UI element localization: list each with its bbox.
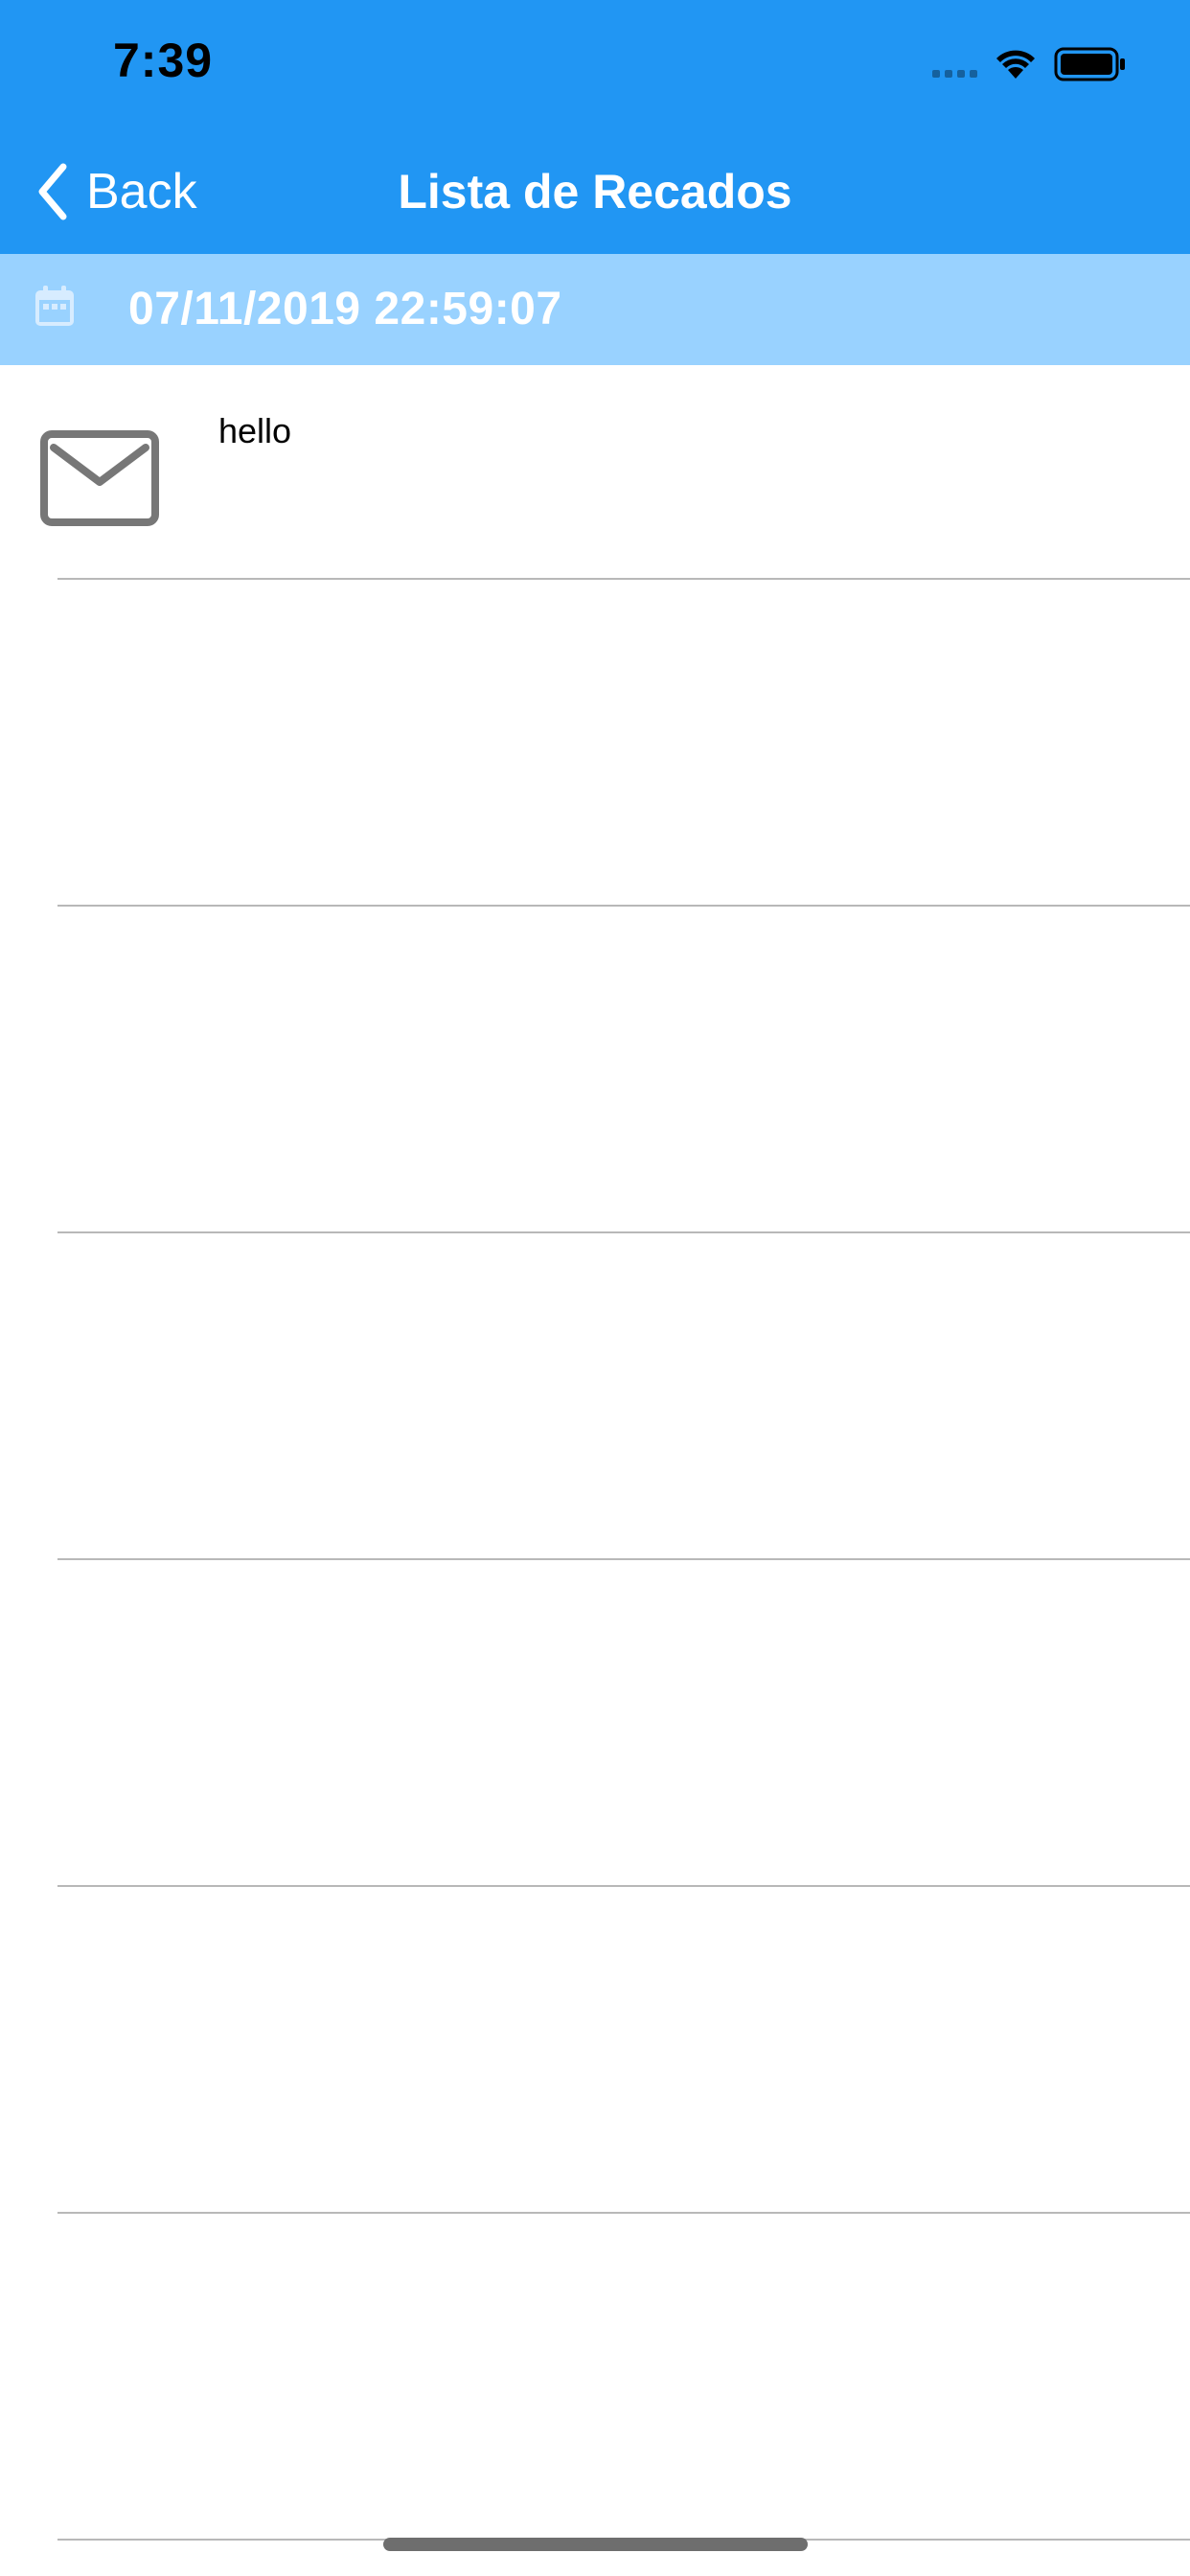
date-header: 07/11/2019 22:59:07 [0,254,1190,365]
wifi-icon [996,50,1035,79]
screen: 7:39 Back Lista de Recados 07/11/2019 22… [0,0,1190,2576]
list-item [0,2214,1190,2541]
battery-icon [1054,47,1125,81]
list-item [0,1560,1190,1887]
date-text: 07/11/2019 22:59:07 [128,284,562,334]
list-item [0,1233,1190,1560]
signal-dots-icon [932,49,977,80]
page-title: Lista de Recados [398,165,792,218]
home-indicator [383,2538,808,2551]
top-bar: 7:39 Back Lista de Recados [0,0,1190,254]
message-text: hello [218,411,292,450]
navigation-bar: Back Lista de Recados [0,144,1190,254]
status-time: 7:39 [113,34,214,87]
message-list: hello [0,365,1190,2541]
list-item [0,907,1190,1233]
status-icons [932,42,1127,86]
mail-icon [40,430,159,526]
list-item [0,580,1190,907]
calendar-icon [35,286,74,326]
list-item [0,1887,1190,2214]
list-item[interactable]: hello [0,365,1190,580]
